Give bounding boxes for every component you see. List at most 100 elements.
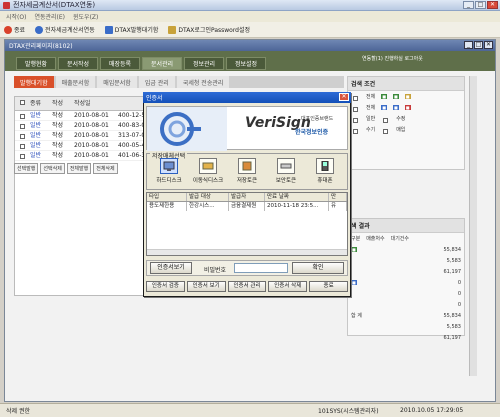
manage-certificate-button[interactable]: 인증서 관리: [227, 281, 267, 292]
removable-disk-icon: [199, 158, 217, 174]
app-titlebar: 전자세금계산서(DTAX연동) _ □ ✕: [0, 0, 500, 11]
filter-label: 수기: [366, 127, 376, 133]
subtab-purchase[interactable]: 매입문서함: [97, 76, 137, 88]
delete-all-button[interactable]: 전체삭제: [93, 163, 118, 174]
total-label: 합 계: [351, 313, 362, 319]
result-col: 대기건수: [390, 236, 410, 242]
media-hard-disk[interactable]: 하드디스크: [151, 158, 187, 188]
tab-info-manage[interactable]: 정보관리: [184, 57, 224, 70]
exit-dialog-button[interactable]: 종료: [309, 281, 348, 292]
col-date: 작성일: [74, 100, 91, 107]
delete-selected-button[interactable]: 선택삭제: [40, 163, 65, 174]
select-all-checkbox[interactable]: [20, 100, 25, 105]
filter-checkbox[interactable]: [353, 106, 358, 112]
tab-store-register[interactable]: 매장등록: [100, 57, 140, 70]
tab-doc-write[interactable]: 문서작성: [58, 57, 98, 70]
dtax-password-button[interactable]: DTAX로그인Password설정: [168, 25, 250, 34]
result-value: 55,834: [443, 246, 462, 253]
kica-logo: 한국정보인증: [295, 129, 329, 136]
result-value: 0: [457, 290, 461, 297]
view-certificate-button[interactable]: 인증서보기: [150, 262, 192, 274]
row-checkbox[interactable]: [20, 134, 25, 139]
brand-sub: 대표인증브랜드: [301, 116, 334, 122]
exit-button[interactable]: 종료: [4, 25, 25, 34]
row-checkbox[interactable]: [20, 144, 25, 149]
result-panel: 색 결과 구분 매출처수 대기건수 ■ 55,834 5,583 61,197 ■ 0 …: [347, 218, 465, 341]
dtax-password-label: DTAX로그인Password설정: [178, 27, 251, 34]
result-value: 61,197: [443, 268, 462, 275]
row-kind: 일반: [30, 142, 42, 149]
subtab-sales[interactable]: 매출문서함: [55, 76, 96, 88]
row-checkbox[interactable]: [20, 114, 25, 119]
tab-doc-manage[interactable]: 문서관리: [142, 57, 182, 70]
dialog-actions: 인증서 검증 인증서 보기 인증서 관리 인증서 삭제 종료: [146, 281, 348, 293]
cert-expires: 2010-11-18 23:5...: [265, 202, 329, 211]
subtab-pending[interactable]: 발행대기함: [14, 76, 54, 88]
cert-table-hscrollbar[interactable]: [147, 249, 347, 255]
mobile-phone-icon: [316, 158, 334, 174]
issue-all-button[interactable]: 전체발행: [66, 163, 92, 174]
inner-minimize-button[interactable]: _: [464, 41, 473, 49]
subtab-nts[interactable]: 국세청 전송관리: [176, 76, 230, 88]
tab-issue-status[interactable]: 발행현황: [16, 57, 56, 70]
filter-checkbox[interactable]: [383, 117, 389, 123]
maximize-button[interactable]: □: [475, 1, 486, 9]
tab-info-settings[interactable]: 정보설정: [226, 57, 266, 70]
result-col: 매출처수: [366, 236, 385, 242]
result-col: 구분: [351, 236, 361, 242]
subtab-deposit[interactable]: 입금 관리: [138, 76, 175, 88]
row-kind: 일반: [30, 132, 42, 139]
filter-label: 수정: [396, 116, 406, 122]
issue-selected-button[interactable]: 선택발행: [14, 163, 39, 174]
certificate-table: 타입 발급 대상 발급자 만료 날짜 만 용도제한용 한강시스... 금융결제원…: [146, 192, 348, 256]
delete-certificate-button[interactable]: 인증서 삭제: [268, 281, 308, 292]
filter-checkbox[interactable]: [353, 95, 358, 101]
cert-extra: 유: [329, 202, 347, 211]
search-panel-title: 검색 조건: [348, 77, 464, 91]
media-label: 하드디스크: [156, 178, 182, 184]
media-removable[interactable]: 이동식디스크: [190, 158, 226, 188]
media-mobile[interactable]: 휴대폰: [307, 158, 343, 188]
filter-checkbox[interactable]: [383, 128, 389, 134]
cert-table-header: 타입 발급 대상 발급자 만료 날짜 만: [147, 193, 347, 202]
inner-maximize-button[interactable]: □: [474, 41, 483, 49]
row-checkbox[interactable]: [20, 154, 25, 159]
dialog-close-button[interactable]: ✕: [339, 93, 349, 101]
password-input[interactable]: [234, 263, 288, 273]
view-certificate-button-2[interactable]: 인증서 보기: [186, 281, 226, 292]
cert-row[interactable]: 용도제한용 한강시스... 금융결제원 2010-11-18 23:5... 유: [147, 202, 347, 211]
e-invoice-link-button[interactable]: 전자세금계산서연동: [35, 25, 95, 34]
row-date: 2010-08-01: [74, 152, 109, 159]
key-icon: [168, 25, 177, 34]
vertical-scrollbar[interactable]: [469, 76, 477, 376]
link-icon: [35, 25, 44, 34]
filter-label: 매입: [396, 127, 406, 133]
dialog-title: 인증서: [146, 95, 163, 102]
user-text: 연동할(1) 진행하실 로그아웃: [362, 55, 423, 62]
menu-window[interactable]: 윈도우(Z): [73, 12, 98, 21]
verify-certificate-button[interactable]: 인증서 검증: [146, 281, 185, 292]
filter-checkbox[interactable]: [353, 128, 358, 134]
close-button[interactable]: ✕: [487, 1, 498, 9]
menu-start[interactable]: 시작(O): [6, 12, 26, 21]
menubar: 시작(O) 연동관리(E) 윈도우(Z): [0, 11, 500, 22]
filter-label: 전체: [366, 94, 376, 100]
row-date: 2010-08-01: [74, 132, 109, 139]
dtax-pending-button[interactable]: DTAX발행대기함: [104, 25, 158, 34]
ok-button[interactable]: 확인: [292, 262, 344, 274]
row-checkbox[interactable]: [20, 124, 25, 129]
media-storage-token[interactable]: 저장토큰: [229, 158, 265, 188]
document-icon: [104, 25, 113, 34]
security-token-icon: [277, 158, 295, 174]
filter-checkbox[interactable]: [353, 117, 358, 123]
result-value: 5,583: [446, 257, 461, 264]
cert-subject: 한강시스...: [187, 202, 229, 211]
col-type: 작성: [52, 100, 64, 107]
col-subject: 발급 대상: [187, 193, 229, 201]
media-label: 보안토큰: [275, 178, 297, 184]
list-buttons: 선택발행 선택삭제 전체발행 전체삭제: [14, 163, 118, 174]
inner-close-button[interactable]: ✕: [484, 41, 493, 49]
media-security-token[interactable]: 보안토큰: [268, 158, 304, 188]
minimize-button[interactable]: _: [463, 1, 474, 9]
menu-link-manage[interactable]: 연동관리(E): [34, 12, 65, 21]
